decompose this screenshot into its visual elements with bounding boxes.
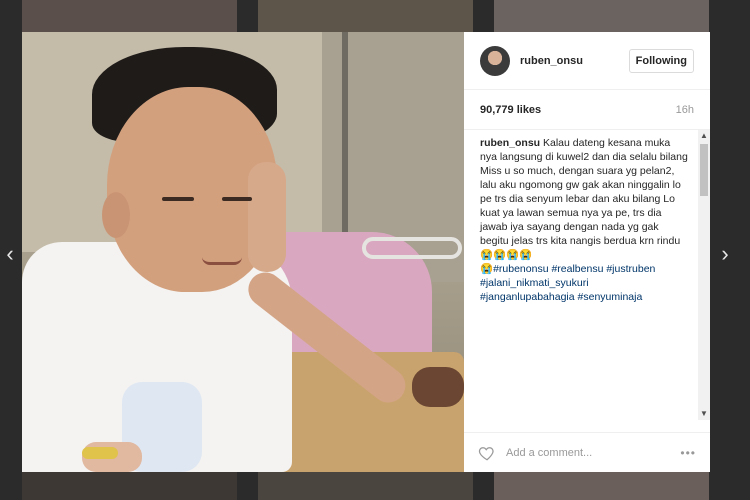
avatar[interactable] [480, 45, 510, 76]
post-modal: ruben_onsu Following 90,779 likes 16h ru… [22, 32, 710, 472]
more-options-icon[interactable]: ••• [680, 446, 696, 460]
comment-bar: ••• [464, 432, 710, 472]
scroll-up-arrow-icon[interactable]: ▲ [698, 130, 710, 142]
hashtag-link[interactable]: #rubenonsu #realbensu #justruben [493, 263, 655, 275]
scrollbar-thumb[interactable] [700, 144, 708, 196]
post-timestamp[interactable]: 16h [676, 104, 694, 116]
caption-username[interactable]: ruben_onsu [480, 137, 540, 149]
likes-count[interactable]: 90,779 likes [480, 104, 541, 116]
hashtag-link[interactable]: #jalani_nikmati_syukuri [480, 277, 589, 289]
scroll-down-arrow-icon[interactable]: ▼ [698, 408, 710, 420]
username-link[interactable]: ruben_onsu [520, 55, 629, 67]
heart-icon[interactable] [478, 444, 496, 462]
following-button[interactable]: Following [628, 48, 694, 73]
likes-row: 90,779 likes 16h [464, 90, 710, 130]
caption-body: Kalau dateng kesana muka nya langsung di… [480, 137, 688, 247]
crying-emoji: 😭😭😭😭 [480, 249, 533, 261]
background-post-thumbnail [494, 472, 709, 500]
caption-text: ruben_onsu Kalau dateng kesana muka nya … [480, 136, 694, 304]
chevron-left-icon[interactable]: ‹ [0, 240, 20, 268]
post-header: ruben_onsu Following [464, 32, 710, 90]
post-photo [22, 32, 464, 472]
background-post-thumbnail [258, 0, 473, 32]
background-post-thumbnail [494, 0, 709, 32]
chevron-right-icon[interactable]: › [715, 240, 735, 268]
background-post-thumbnail [22, 0, 237, 32]
background-post-thumbnail [258, 472, 473, 500]
caption-scrollbar[interactable]: ▲ ▼ [698, 130, 710, 420]
comment-input[interactable] [506, 446, 681, 459]
hashtag-link[interactable]: #janganlupabahagia #senyuminaja [480, 291, 642, 303]
crying-emoji: 😭 [480, 263, 494, 275]
background-post-thumbnail [22, 472, 237, 500]
caption-area: ruben_onsu Kalau dateng kesana muka nya … [464, 130, 710, 420]
post-sidebar: ruben_onsu Following 90,779 likes 16h ru… [464, 32, 710, 472]
